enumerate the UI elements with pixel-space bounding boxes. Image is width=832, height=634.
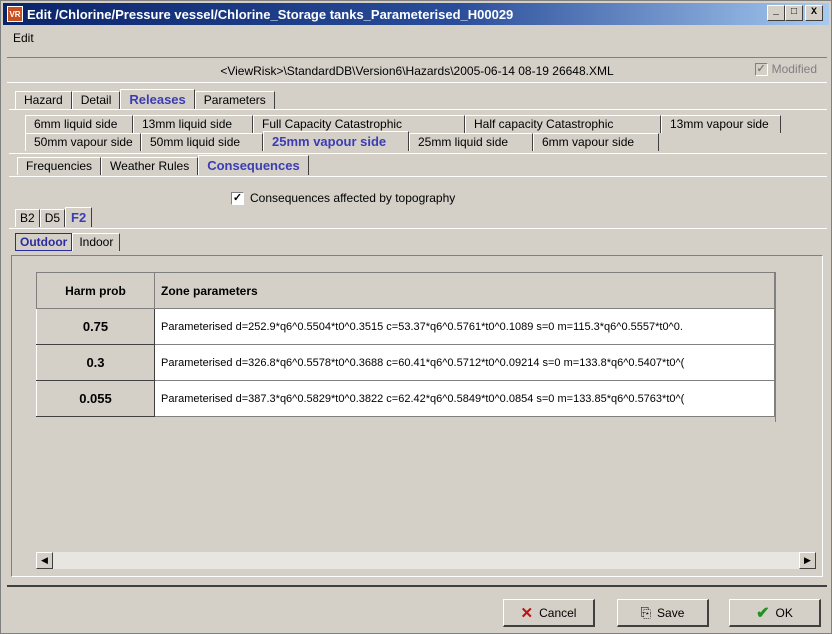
cancel-label: Cancel	[539, 605, 577, 620]
zone-grid: Harm prob Zone parameters 0.75 Parameter…	[36, 272, 816, 552]
release-tabs-row1: 6mm liquid side 13mm liquid side Full Ca…	[25, 113, 781, 133]
harm-prob-cell[interactable]: 0.055	[36, 380, 155, 417]
column-divider	[775, 272, 776, 422]
tab-13mm-vapour-side[interactable]: 13mm vapour side	[661, 115, 781, 133]
horizontal-scrollbar[interactable]: ◀ ▶	[36, 552, 816, 569]
modified-checkbox: ✓	[754, 62, 768, 76]
zone-parameters-cell[interactable]: Parameterised d=387.3*q6^0.5829*t0^0.382…	[154, 380, 775, 417]
tab-releases[interactable]: Releases	[120, 89, 195, 109]
main-tabs: Hazard Detail Releases Parameters	[15, 89, 275, 109]
table-row[interactable]: 0.055 Parameterised d=387.3*q6^0.5829*t0…	[36, 380, 775, 417]
app-icon: VR	[7, 6, 23, 22]
title-bar[interactable]: VR Edit /Chlorine/Pressure vessel/Chlori…	[3, 3, 829, 25]
column-header-harm-prob[interactable]: Harm prob	[36, 272, 155, 309]
tab-weather-rules[interactable]: Weather Rules	[101, 157, 199, 175]
tab-parameters[interactable]: Parameters	[194, 91, 275, 109]
tab-25mm-vapour-side[interactable]: 25mm vapour side	[263, 131, 409, 151]
tab-6mm-vapour-side[interactable]: 6mm vapour side	[533, 133, 659, 151]
zone-parameters-text: Parameterised d=387.3*q6^0.5829*t0^0.382…	[161, 392, 685, 405]
table-row[interactable]: 0.3 Parameterised d=326.8*q6^0.5578*t0^0…	[36, 344, 775, 381]
ok-icon: ✔	[756, 604, 770, 622]
tab-detail[interactable]: Detail	[71, 91, 121, 109]
sub-tabs-divider	[9, 176, 827, 177]
table-row[interactable]: 0.75 Parameterised d=252.9*q6^0.5504*t0^…	[36, 308, 775, 345]
zone-table: Harm prob Zone parameters 0.75 Parameter…	[36, 272, 775, 417]
topography-checkbox[interactable]: ✓	[231, 191, 244, 205]
close-button[interactable]: X	[805, 5, 823, 21]
zone-parameters-cell[interactable]: Parameterised d=252.9*q6^0.5504*t0^0.351…	[154, 308, 775, 345]
save-icon: ⎘	[640, 604, 652, 620]
tab-50mm-vapour-side[interactable]: 50mm vapour side	[25, 133, 141, 151]
zone-parameters-text: Parameterised d=252.9*q6^0.5504*t0^0.351…	[161, 320, 683, 333]
topography-label: Consequences affected by topography	[250, 191, 456, 205]
harm-prob-cell[interactable]: 0.3	[36, 344, 155, 381]
window-title: Edit /Chlorine/Pressure vessel/Chlorine_…	[27, 6, 514, 22]
tab-25mm-liquid-side[interactable]: 25mm liquid side	[409, 133, 533, 151]
tab-hazard[interactable]: Hazard	[15, 91, 72, 109]
modified-indicator: ✓ Modified	[754, 62, 817, 76]
save-button[interactable]: ⎘ Save	[617, 599, 709, 627]
maximize-button[interactable]: □	[785, 5, 803, 21]
path-bar: <ViewRisk>\StandardDB\Version6\Hazards\2…	[7, 57, 827, 83]
tab-indoor[interactable]: Indoor	[72, 233, 121, 251]
tab-f2[interactable]: F2	[65, 207, 93, 227]
cancel-icon: ✕	[520, 604, 534, 622]
edit-window: VR Edit /Chlorine/Pressure vessel/Chlori…	[0, 0, 832, 634]
sub-tabs: Frequencies Weather Rules Consequences	[17, 155, 309, 175]
ok-button[interactable]: ✔ OK	[729, 599, 821, 627]
tabs-divider	[9, 109, 827, 110]
tab-consequences[interactable]: Consequences	[198, 155, 309, 175]
window-controls: _ □ X	[767, 5, 823, 21]
tab-d5[interactable]: D5	[39, 209, 66, 227]
modified-label: Modified	[771, 62, 817, 76]
weather-tabs-divider	[9, 228, 827, 229]
weather-tabs: B2 D5 F2	[15, 207, 93, 227]
scroll-right-icon[interactable]: ▶	[799, 552, 816, 569]
zone-grid-panel: Harm prob Zone parameters 0.75 Parameter…	[11, 255, 823, 577]
ok-label: OK	[775, 605, 793, 620]
cancel-button[interactable]: ✕ Cancel	[503, 599, 595, 627]
save-label: Save	[657, 605, 685, 620]
column-header-zone-parameters[interactable]: Zone parameters	[154, 272, 775, 309]
tab-outdoor[interactable]: Outdoor	[15, 233, 73, 251]
button-bar: ✕ Cancel ⎘ Save ✔ OK	[7, 585, 827, 631]
release-tabs-row2: 50mm vapour side 50mm liquid side 25mm v…	[25, 131, 659, 151]
topography-option[interactable]: ✓ Consequences affected by topography	[231, 191, 455, 205]
menu-bar: Edit	[3, 27, 829, 49]
tab-frequencies[interactable]: Frequencies	[17, 157, 102, 175]
scroll-left-icon[interactable]: ◀	[36, 552, 53, 569]
harm-prob-cell[interactable]: 0.75	[36, 308, 155, 345]
release-tabs-divider	[9, 153, 827, 154]
menu-edit[interactable]: Edit	[13, 31, 34, 45]
minimize-button[interactable]: _	[767, 5, 785, 21]
table-header-row: Harm prob Zone parameters	[36, 272, 775, 309]
tab-b2[interactable]: B2	[15, 209, 40, 227]
tab-50mm-liquid-side[interactable]: 50mm liquid side	[141, 133, 263, 151]
zone-parameters-cell[interactable]: Parameterised d=326.8*q6^0.5578*t0^0.368…	[154, 344, 775, 381]
environment-tabs: Outdoor Indoor	[15, 231, 121, 251]
file-path: <ViewRisk>\StandardDB\Version6\Hazards\2…	[220, 64, 614, 78]
zone-parameters-text: Parameterised d=326.8*q6^0.5578*t0^0.368…	[161, 356, 685, 369]
